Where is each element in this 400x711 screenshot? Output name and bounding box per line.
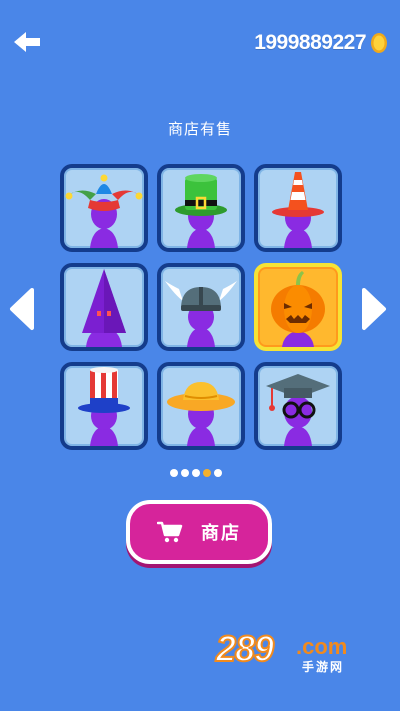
- page-dot: [203, 469, 211, 477]
- gold-coin-icon: [371, 33, 387, 53]
- back-button[interactable]: [12, 30, 42, 54]
- cart-icon: [157, 521, 183, 543]
- hat-card-viking-helmet[interactable]: [157, 263, 245, 351]
- coin-balance: 1999889227: [254, 30, 388, 56]
- shop-button-label: 商店: [201, 523, 241, 544]
- green-top-hat-icon: [175, 174, 227, 248]
- page-title: 商店有售: [167, 120, 232, 138]
- purple-hood-hat-icon: [82, 269, 126, 347]
- hat-card-purple-hood[interactable]: [60, 263, 148, 351]
- hat-card-traffic-cone[interactable]: [254, 164, 342, 252]
- page-dot: [170, 469, 178, 477]
- hat-card-straw-hat[interactable]: [157, 362, 245, 450]
- shop-button[interactable]: 商店: [126, 500, 272, 564]
- previous-page-button[interactable]: [8, 287, 36, 331]
- hat-card-green-top-hat[interactable]: [157, 164, 245, 252]
- watermark-number: 289: [215, 627, 275, 670]
- watermark-domain: .com: [296, 634, 348, 659]
- page-dot: [214, 469, 222, 477]
- hat-card-graduation-cap[interactable]: [254, 362, 342, 450]
- watermark-subtitle: 手游网: [302, 660, 345, 674]
- stars-stripes-top-hat-icon: [78, 367, 130, 446]
- chevron-right-icon: [362, 288, 386, 330]
- coin-count: 1999889227: [254, 31, 366, 54]
- traffic-cone-hat-icon: [272, 172, 324, 248]
- viking-winged-helmet-icon: [165, 281, 237, 347]
- graduation-cap-glasses-icon: [266, 374, 330, 446]
- page-indicator: [170, 469, 222, 477]
- pumpkin-head-icon: [271, 271, 325, 347]
- hat-grid: [60, 164, 342, 450]
- next-page-button[interactable]: [360, 287, 388, 331]
- hat-card-jester[interactable]: [60, 164, 148, 252]
- site-watermark: 289 .com 手游网: [215, 627, 376, 678]
- chevron-left-icon: [10, 288, 34, 330]
- straw-sun-hat-icon: [167, 382, 235, 446]
- hat-card-pumpkin[interactable]: [254, 263, 342, 351]
- page-dot: [192, 469, 200, 477]
- back-arrow-icon: [14, 32, 40, 52]
- jester-hat-icon: [65, 174, 143, 248]
- hat-card-uncle-sam[interactable]: [60, 362, 148, 450]
- page-dot: [181, 469, 189, 477]
